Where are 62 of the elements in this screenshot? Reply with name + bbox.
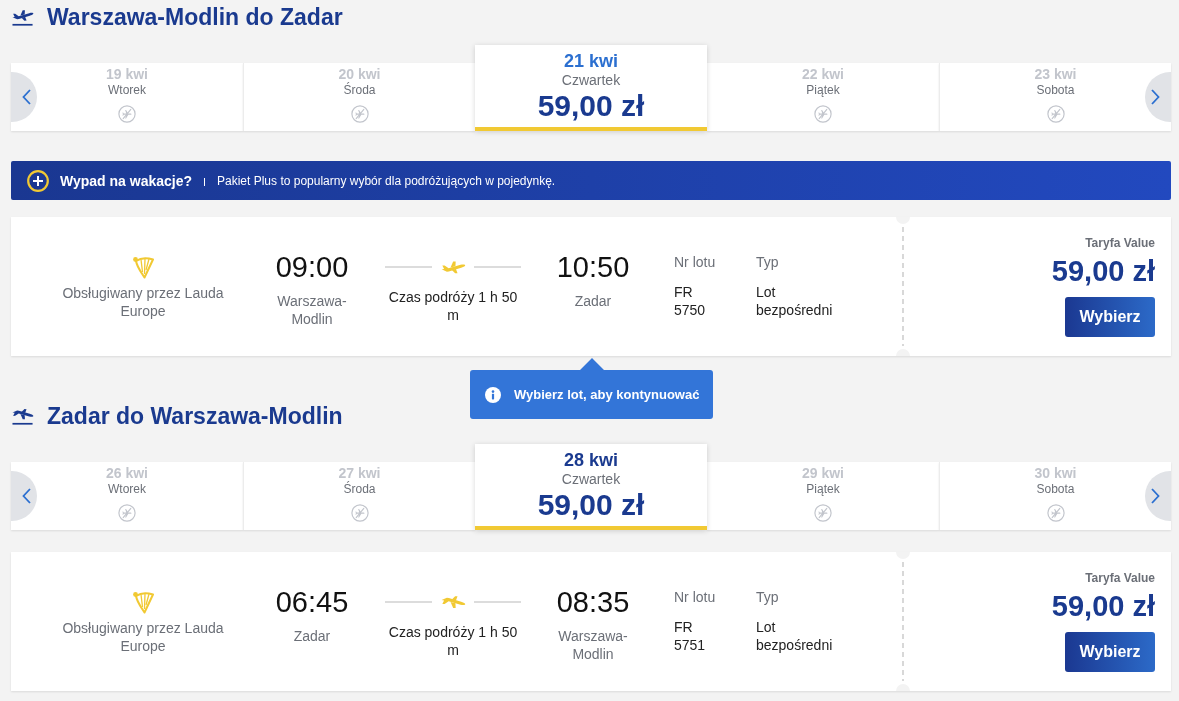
no-flight-icon (350, 105, 369, 123)
no-flight-icon (350, 504, 369, 522)
arrival-time: 10:50 (556, 250, 630, 284)
section-title: Zadar do Warszawa-Modlin (47, 402, 343, 430)
arrival-city: Warszawa-Modlin (557, 627, 629, 663)
promo-text: Pakiet Plus to popularny wybór dla podróżujących w pojedynkę. (217, 173, 556, 188)
flight-number-label: Nr lotu (674, 253, 716, 271)
chevron-right-icon (1151, 89, 1160, 105)
duration-text: Czas podróży 1 h 50 m (387, 288, 519, 324)
date-tab[interactable]: 20 kwi Środa (243, 63, 475, 131)
tooltip-text: Wybierz lot, aby kontynuować (514, 387, 700, 402)
info-icon (485, 386, 501, 403)
operator-text: Obsługiwany przez Lauda Europe (61, 619, 225, 655)
date-tab[interactable]: 26 kwi Wtorek (11, 462, 243, 530)
date-tab[interactable]: 23 kwi Sobota (939, 63, 1171, 131)
arrival-city: Zadar (574, 292, 612, 310)
no-flight-icon (118, 504, 136, 522)
chevron-left-icon (22, 488, 31, 504)
flight-number-label: Nr lotu (674, 588, 716, 606)
section-title: Warszawa-Modlin do Zadar (47, 3, 343, 31)
departure-city: Zadar (293, 627, 331, 645)
date-tab[interactable]: 28 kwi Czwartek 59,00 zł (475, 444, 707, 530)
departure-time: 06:45 (275, 585, 349, 619)
fare-label: Taryfa Value (1085, 235, 1155, 251)
flight-number: FR 5750 (674, 283, 707, 319)
fare-price: 59,00 zł (1051, 589, 1155, 623)
airplane-icon (441, 260, 466, 274)
flight-type: Lot bezpośredni (756, 618, 834, 654)
promo-title: Wypad na wakacje? (60, 172, 192, 189)
date-tab[interactable]: 19 kwi Wtorek (11, 63, 243, 131)
fare-label: Taryfa Value (1085, 570, 1155, 586)
operator-text: Obsługiwany przez Lauda Europe (61, 284, 225, 320)
select-button[interactable]: Wybierz (1065, 632, 1155, 672)
promo-banner[interactable]: Wypad na wakacje? Pakiet Plus to popularny wybór dla podróżujących w pojedynkę. (11, 161, 1171, 200)
flight-type-label: Typ (756, 588, 779, 606)
airplane-landing-icon (12, 406, 34, 426)
chevron-left-icon (22, 89, 31, 105)
airplane-icon (441, 595, 466, 609)
no-flight-icon (1046, 105, 1065, 123)
fare-price: 59,00 zł (1051, 254, 1155, 288)
no-flight-icon (118, 105, 136, 123)
flight-type: Lot bezpośredni (756, 283, 834, 319)
plus-circle-icon (27, 169, 49, 192)
date-tab[interactable]: 30 kwi Sobota (939, 462, 1171, 530)
chevron-right-icon (1151, 488, 1160, 504)
date-tab[interactable]: 27 kwi Środa (243, 462, 475, 530)
flight-type-label: Typ (756, 253, 779, 271)
departure-time: 09:00 (275, 250, 349, 284)
date-tab[interactable]: 29 kwi Piątek (707, 462, 939, 530)
no-flight-icon (814, 105, 832, 123)
flight-number: FR 5751 (674, 618, 707, 654)
select-button[interactable]: Wybierz (1065, 297, 1155, 337)
date-tab[interactable]: 21 kwi Czwartek 59,00 zł (475, 45, 707, 131)
harp-icon (132, 255, 154, 279)
no-flight-icon (814, 504, 832, 522)
no-flight-icon (1046, 504, 1065, 522)
arrival-time: 08:35 (556, 585, 630, 619)
date-tab[interactable]: 22 kwi Piątek (707, 63, 939, 131)
duration-text: Czas podróży 1 h 50 m (387, 623, 519, 659)
departure-city: Warszawa-Modlin (276, 292, 348, 328)
airplane-takeoff-icon (12, 7, 34, 27)
harp-icon (132, 590, 154, 614)
